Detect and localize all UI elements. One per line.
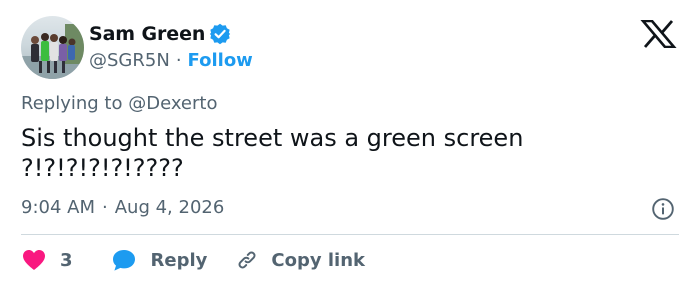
timestamp-separator: · [102,197,108,218]
tweet-time: 9:04 AM [21,197,95,218]
divider [21,234,679,235]
avatar[interactable] [21,16,84,79]
author-name[interactable]: Sam Green [89,23,205,45]
heart-icon [21,248,47,272]
action-bar: 3 Reply Copy link [21,244,365,276]
chat-bubble-icon [111,248,137,272]
reply-button[interactable]: Reply [111,248,208,272]
link-icon [235,248,259,272]
tweet-date: Aug 4, 2026 [114,197,225,218]
tweet-text-line-1: Sis thought the street was a green scree… [21,124,524,152]
reply-mention-link[interactable]: @Dexerto [128,93,217,114]
follow-button[interactable]: Follow [188,50,253,71]
verified-badge-icon [209,23,231,45]
info-icon[interactable] [651,197,675,221]
copy-link-label: Copy link [271,249,365,271]
x-logo-icon[interactable] [640,19,677,49]
like-button[interactable]: 3 [21,248,73,272]
avatar-photo [21,24,84,79]
author-handle-row: @SGR5N · Follow [89,48,253,72]
copy-link-button[interactable]: Copy link [235,248,365,272]
reply-label: Reply [150,249,208,271]
like-count: 3 [60,249,73,271]
tweet-text-line-2: ?!?!?!?!?!???? [21,154,184,182]
author-name-row: Sam Green [89,21,231,47]
reply-context: Replying to @Dexerto [21,93,217,114]
author-handle[interactable]: @SGR5N [89,50,170,71]
tweet-timestamp[interactable]: 9:04 AM · Aug 4, 2026 [21,197,224,218]
handle-separator: · [175,49,182,71]
reply-context-prefix: Replying to [21,93,123,114]
tweet-text: Sis thought the street was a green scree… [21,123,621,183]
